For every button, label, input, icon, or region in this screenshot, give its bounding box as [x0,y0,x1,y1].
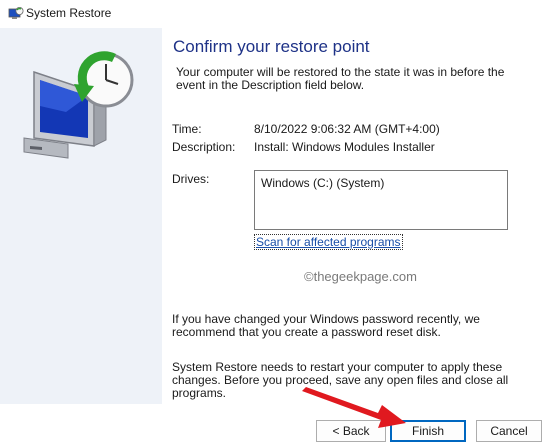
time-label: Time: [172,122,202,136]
drives-label: Drives: [172,172,210,186]
system-restore-icon [8,7,24,19]
restore-monitor-clock-icon [23,51,134,159]
scan-affected-programs-link[interactable]: Scan for affected programs [254,234,403,250]
cancel-button[interactable]: Cancel [476,420,542,442]
title-bar: System Restore [0,0,548,28]
intro-text: Your computer will be restored to the st… [176,65,505,92]
red-arrow-icon [302,387,406,428]
left-panel [0,28,162,404]
watermark-text: ©thegeekpage.com [304,269,417,284]
time-value: 8/10/2022 9:06:32 AM (GMT+4:00) [254,122,440,136]
window-title: System Restore [26,6,112,20]
content-panel: Confirm your restore point Your computer… [162,28,548,404]
description-label: Description: [172,140,236,154]
button-bar: < Back Finish Cancel [0,404,548,448]
password-note: If you have changed your Windows passwor… [172,312,480,339]
page-title: Confirm your restore point [173,37,370,56]
drive-item[interactable]: Windows (C:) (System) [261,176,384,190]
description-value: Install: Windows Modules Installer [254,140,435,154]
drives-list[interactable]: Windows (C:) (System) [254,170,508,230]
